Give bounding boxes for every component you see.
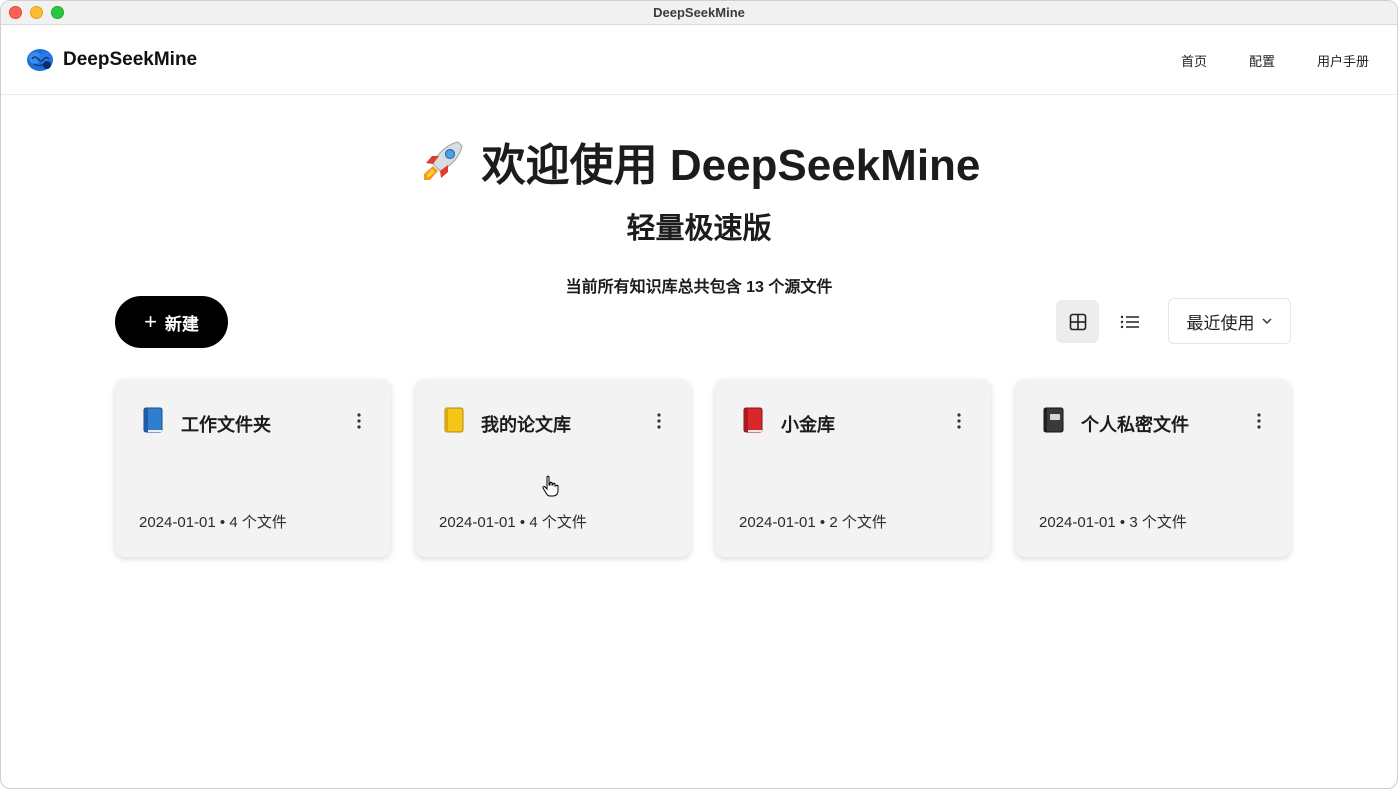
library-card-title: 工作文件夹 <box>181 415 271 435</box>
nav-link-home[interactable]: 首页 <box>1181 51 1207 70</box>
more-vertical-icon <box>1257 413 1261 429</box>
library-card-title: 个人私密文件 <box>1081 415 1189 435</box>
red-book-icon <box>743 407 763 433</box>
black-notebook-icon <box>1043 407 1064 433</box>
window-controls <box>9 6 64 19</box>
yellow-notebook-icon <box>444 407 464 433</box>
close-window-button[interactable] <box>9 6 22 19</box>
library-card-title: 小金库 <box>781 415 835 435</box>
sort-selected-value: 最近使用 <box>1186 313 1255 333</box>
library-card-title: 我的论文库 <box>481 415 571 435</box>
window-title: DeepSeekMine <box>653 5 745 20</box>
library-card-meta: 2024-01-01 • 4 个文件 <box>139 514 287 531</box>
brand-name: DeepSeekMine <box>63 48 198 70</box>
brand[interactable]: DeepSeekMine <box>25 45 197 75</box>
library-toolbar: + 新建 最近使用 <box>115 296 1291 348</box>
more-vertical-icon <box>357 413 361 429</box>
card-more-menu[interactable] <box>1249 409 1269 433</box>
plus-icon: + <box>144 309 157 334</box>
nav-link-settings[interactable]: 配置 <box>1249 51 1275 70</box>
nav-links: 首页 配置 用户手册 <box>1181 25 1369 95</box>
sort-dropdown[interactable]: 最近使用 <box>1168 298 1291 344</box>
page-title: 欢迎使用 DeepSeekMine <box>1 129 1397 193</box>
library-card[interactable]: 小金库 2024-01-01 • 2 个文件 <box>715 379 991 557</box>
more-vertical-icon <box>957 413 961 429</box>
more-vertical-icon <box>657 413 661 429</box>
chevron-down-icon <box>1261 318 1272 325</box>
card-more-menu[interactable] <box>649 409 669 433</box>
list-view-toggle[interactable] <box>1108 300 1151 343</box>
library-card[interactable]: 我的论文库 2024-01-01 • 4 个文件 <box>415 379 691 557</box>
pointer-hand-cursor-icon <box>542 475 559 497</box>
grid-view-toggle[interactable] <box>1056 300 1099 343</box>
title-text: 欢迎使用 DeepSeekMine <box>481 141 981 190</box>
top-navbar: DeepSeekMine 首页 配置 用户手册 <box>1 25 1397 95</box>
nav-link-manual[interactable]: 用户手册 <box>1317 51 1369 70</box>
library-card[interactable]: 个人私密文件 2024-01-01 • 3 个文件 <box>1015 379 1291 557</box>
library-card-meta: 2024-01-01 • 2 个文件 <box>739 514 887 531</box>
list-icon <box>1120 315 1139 328</box>
card-more-menu[interactable] <box>349 409 369 433</box>
library-card-meta: 2024-01-01 • 3 个文件 <box>1039 514 1187 531</box>
app-window: DeepSeekMine DeepSeekMine 首页 配置 用户手册 欢迎使… <box>0 0 1398 789</box>
library-card[interactable]: 工作文件夹 2024-01-01 • 4 个文件 <box>115 379 391 557</box>
file-count-summary: 当前所有知识库总共包含 13 个源文件 <box>565 279 833 296</box>
library-card-grid: 工作文件夹 2024-01-01 • 4 个文件 我的论文库 2024-01-0… <box>115 379 1291 559</box>
minimize-window-button[interactable] <box>30 6 43 19</box>
hero-section: 欢迎使用 DeepSeekMine 轻量极速版 当前所有知识库总共包含 13 个… <box>1 129 1397 297</box>
rocket-icon <box>423 141 463 180</box>
card-more-menu[interactable] <box>949 409 969 433</box>
library-card-meta: 2024-01-01 • 4 个文件 <box>439 514 587 531</box>
new-library-button[interactable]: + 新建 <box>115 296 228 348</box>
zoom-window-button[interactable] <box>51 6 64 19</box>
grid-icon <box>1069 313 1086 330</box>
new-button-label: 新建 <box>164 314 199 334</box>
blue-book-icon <box>143 407 163 433</box>
brain-logo-icon <box>27 48 53 71</box>
title-bar: DeepSeekMine <box>1 1 1397 25</box>
page-subtitle: 轻量极速版 <box>626 213 772 245</box>
